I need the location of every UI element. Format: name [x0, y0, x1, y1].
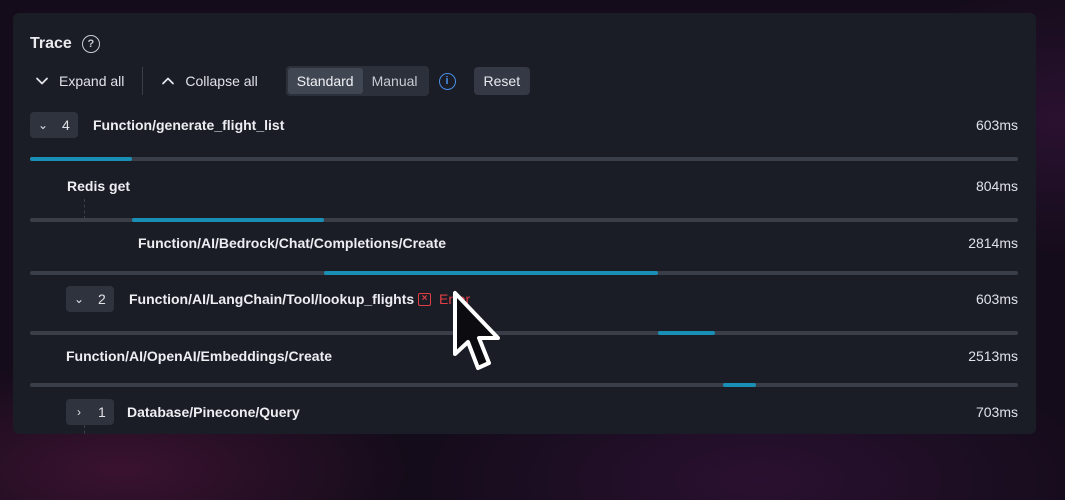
- question-circle-icon[interactable]: ?: [81, 35, 100, 53]
- span-duration: 2513ms: [968, 348, 1018, 364]
- span-timing-track: [30, 271, 1018, 275]
- chevron-up-icon: [162, 77, 175, 85]
- span-timing-track: [30, 157, 1018, 161]
- span-child-count: 2: [98, 291, 106, 307]
- chevron-right-icon: ›: [77, 405, 81, 419]
- span-timing-bar: [324, 271, 659, 275]
- span-name: Function/AI/OpenAI/Embeddings/Create: [66, 348, 333, 364]
- trace-toolbar: Expand all Collapse all Standard Manual …: [35, 66, 531, 96]
- collapse-all-label: Collapse all: [185, 73, 258, 89]
- tree-guide-line: [84, 199, 85, 219]
- span-row[interactable]: ⌄ 2 Function/AI/LangChain/Tool/lookup_fl…: [13, 286, 1036, 314]
- trace-panel: Trace ? Expand all Collapse all Standard…: [13, 13, 1036, 434]
- mode-standard-button[interactable]: Standard: [287, 68, 363, 94]
- span-child-count: 1: [98, 404, 106, 420]
- span-name: Redis get: [67, 178, 131, 194]
- span-duration: 603ms: [975, 291, 1018, 307]
- span-child-count: 4: [62, 117, 70, 133]
- chevron-down-icon: [36, 77, 48, 85]
- span-timing-bar: [30, 157, 132, 161]
- chevron-down-icon: ⌄: [38, 118, 49, 132]
- span-row[interactable]: ⌄ 4 Function/generate_flight_list 603ms: [13, 112, 1036, 140]
- info-circle-icon[interactable]: i: [438, 72, 456, 90]
- chevron-down-icon: ⌄: [74, 292, 85, 306]
- expand-all-label: Expand all: [59, 73, 125, 89]
- collapse-all-button[interactable]: Collapse all: [161, 73, 258, 89]
- expand-all-button[interactable]: Expand all: [35, 73, 124, 89]
- span-duration: 804ms: [975, 178, 1018, 194]
- error-x-icon: ×: [418, 292, 431, 306]
- span-name: Function/generate_flight_list: [93, 117, 285, 133]
- toolbar-divider: [142, 67, 144, 95]
- span-toggle[interactable]: ⌄ 2: [66, 286, 114, 312]
- span-timing-bar: [658, 331, 715, 335]
- span-name: Function/AI/LangChain/Tool/lookup_flight…: [129, 291, 415, 307]
- span-name: Function/AI/Bedrock/Chat/Completions/Cre…: [138, 235, 447, 251]
- trace-title: Trace: [30, 35, 72, 52]
- mode-manual-button[interactable]: Manual: [363, 68, 427, 94]
- span-toggle[interactable]: › 1: [66, 399, 114, 425]
- reset-button[interactable]: Reset: [473, 67, 531, 95]
- span-toggle[interactable]: ⌄ 4: [30, 112, 78, 138]
- span-row[interactable]: Function/AI/Bedrock/Chat/Completions/Cre…: [13, 230, 1036, 258]
- span-duration: 2814ms: [968, 235, 1018, 251]
- view-mode-toggle: Standard Manual: [285, 66, 429, 96]
- mouse-pointer-icon: [453, 291, 500, 370]
- span-timing-bar: [722, 383, 757, 387]
- span-timing-track: [30, 331, 1018, 335]
- span-row[interactable]: Redis get 804ms: [13, 173, 1036, 201]
- span-timing-track: [30, 218, 1018, 222]
- span-timing-track: [30, 383, 1018, 387]
- span-timing-bar: [131, 218, 325, 222]
- span-duration: 703ms: [975, 404, 1018, 420]
- span-row[interactable]: Function/AI/OpenAI/Embeddings/Create 251…: [13, 343, 1036, 371]
- trace-header: Trace ?: [30, 35, 100, 53]
- span-name: Database/Pinecone/Query: [127, 404, 300, 420]
- span-duration: 603ms: [975, 117, 1018, 133]
- span-row[interactable]: › 1 Database/Pinecone/Query 703ms: [13, 399, 1036, 427]
